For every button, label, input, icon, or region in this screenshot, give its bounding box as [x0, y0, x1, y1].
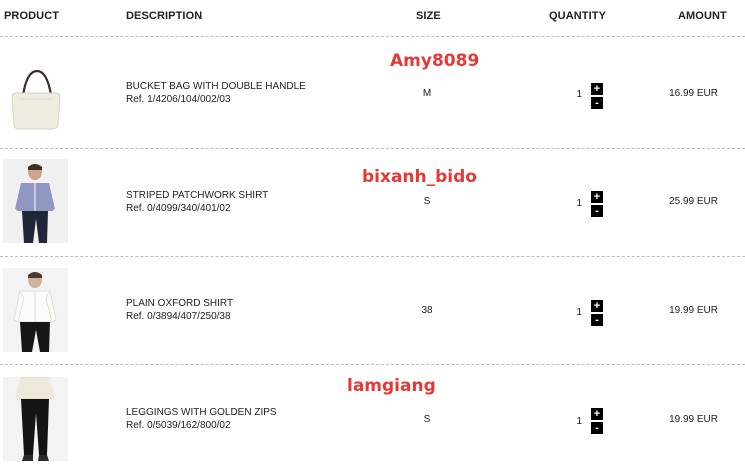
item-description: BUCKET BAG WITH DOUBLE HANDLE Ref. 1/420… — [126, 80, 306, 106]
item-quantity: 1 — [576, 198, 582, 209]
item-description: STRIPED PATCHWORK SHIRT Ref. 0/4099/340/… — [126, 189, 268, 215]
increase-quantity-button[interactable]: + — [591, 83, 603, 95]
cart-row: PLAIN OXFORD SHIRT Ref. 0/3894/407/250/3… — [0, 257, 745, 357]
column-quantity: QUANTITY — [549, 10, 607, 22]
decrease-quantity-button[interactable]: - — [591, 97, 603, 109]
column-description: DESCRIPTION — [126, 10, 203, 22]
cart-row: STRIPED PATCHWORK SHIRT Ref. 0/4099/340/… — [0, 149, 745, 249]
increase-quantity-button[interactable]: + — [591, 191, 603, 203]
item-ref: Ref. 0/5039/162/800/02 — [126, 420, 231, 431]
product-image-leggings[interactable] — [3, 377, 68, 461]
decrease-quantity-button[interactable]: - — [591, 314, 603, 326]
cart-row: LEGGINGS WITH GOLDEN ZIPS Ref. 0/5039/16… — [0, 365, 745, 465]
item-quantity: 1 — [576, 307, 582, 318]
watermark-text: bixanh_bido — [362, 167, 477, 187]
quantity-stepper: + - — [591, 83, 603, 111]
item-name: LEGGINGS WITH GOLDEN ZIPS — [126, 407, 277, 418]
watermark-text: lamgiang — [347, 376, 436, 396]
column-size: SIZE — [416, 10, 441, 22]
decrease-quantity-button[interactable]: - — [591, 422, 603, 434]
quantity-stepper: + - — [591, 408, 603, 436]
item-amount: 19.99 EUR — [669, 414, 718, 425]
item-amount: 25.99 EUR — [669, 196, 718, 207]
item-size: S — [423, 414, 431, 425]
item-quantity: 1 — [576, 416, 582, 427]
quantity-stepper: + - — [591, 191, 603, 219]
quantity-stepper: + - — [591, 300, 603, 328]
item-ref: Ref. 0/3894/407/250/38 — [126, 311, 231, 322]
cart-table-header: PRODUCT DESCRIPTION SIZE QUANTITY AMOUNT — [0, 0, 745, 36]
item-size: 38 — [421, 305, 433, 316]
item-amount: 19.99 EUR — [669, 305, 718, 316]
item-ref: Ref. 1/4206/104/002/03 — [126, 94, 231, 105]
column-product: PRODUCT — [4, 10, 60, 22]
item-ref: Ref. 0/4099/340/401/02 — [126, 203, 231, 214]
cart-row: BUCKET BAG WITH DOUBLE HANDLE Ref. 1/420… — [0, 37, 745, 137]
item-description: PLAIN OXFORD SHIRT Ref. 0/3894/407/250/3… — [126, 297, 233, 323]
decrease-quantity-button[interactable]: - — [591, 205, 603, 217]
item-size: S — [423, 196, 431, 207]
increase-quantity-button[interactable]: + — [591, 300, 603, 312]
product-image-striped-shirt[interactable] — [3, 159, 68, 243]
item-name: PLAIN OXFORD SHIRT — [126, 298, 234, 309]
product-image-bucket-bag[interactable] — [3, 49, 68, 133]
item-name: BUCKET BAG WITH DOUBLE HANDLE — [126, 81, 306, 92]
item-amount: 16.99 EUR — [669, 88, 718, 99]
item-name: STRIPED PATCHWORK SHIRT — [126, 190, 269, 201]
increase-quantity-button[interactable]: + — [591, 408, 603, 420]
product-image-oxford-shirt[interactable] — [3, 268, 68, 352]
column-amount: AMOUNT — [678, 10, 727, 22]
item-description: LEGGINGS WITH GOLDEN ZIPS Ref. 0/5039/16… — [126, 406, 277, 432]
item-size: M — [422, 88, 432, 99]
watermark-text: Amy8089 — [390, 51, 480, 71]
item-quantity: 1 — [576, 89, 582, 100]
